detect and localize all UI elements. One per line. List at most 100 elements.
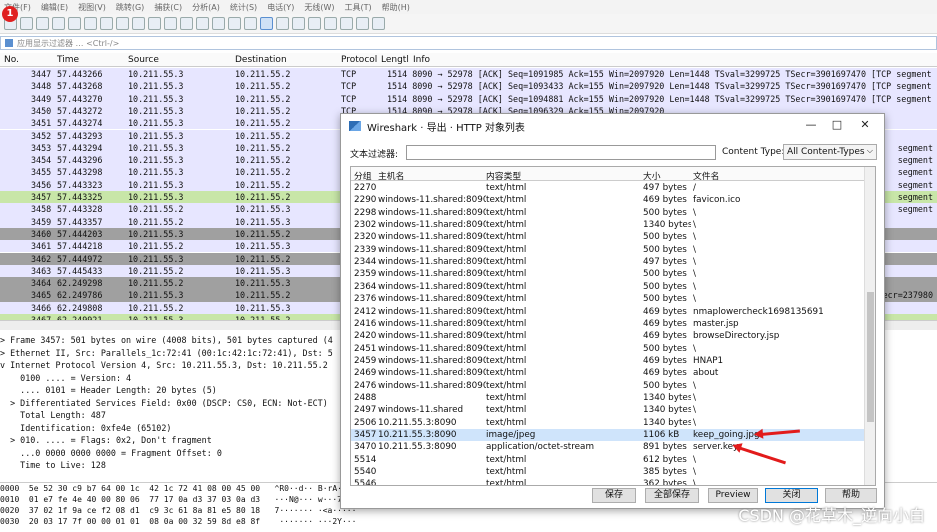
packet-no: 3460 [31, 228, 52, 239]
col-length[interactable]: Lengtl [381, 55, 409, 65]
col-host[interactable]: 主机名 [378, 169, 404, 182]
filter-bookmark-icon[interactable] [5, 39, 13, 47]
objects-table-scrollbar[interactable] [864, 167, 875, 485]
object-row[interactable]: 2339 windows-11.shared:8090 text/html 500 b… [351, 244, 865, 256]
menu-item[interactable]: 编辑(E) [41, 2, 68, 13]
object-row[interactable]: 2506 10.211.55.3:8090 text/html 1340 bytes \ [351, 417, 865, 429]
col-size[interactable]: 大小 [643, 169, 661, 182]
menu-item[interactable]: 视图(V) [78, 2, 106, 13]
toolbar-button-icon[interactable] [356, 17, 369, 30]
toolbar-button-icon[interactable] [68, 17, 81, 30]
object-row[interactable]: 2359 windows-11.shared:8090 text/html 500 b… [351, 268, 865, 280]
text-filter-input[interactable] [406, 145, 716, 160]
menu-item[interactable]: 捕获(C) [154, 2, 182, 13]
close-icon[interactable]: ✕ [855, 118, 875, 131]
object-row[interactable]: 2298 windows-11.shared:8090 text/html 500 b… [351, 207, 865, 219]
toolbar-button-icon[interactable] [180, 17, 193, 30]
object-row[interactable]: 2459 windows-11.shared:8090 text/html 469 b… [351, 355, 865, 367]
preview-button[interactable]: Preview [708, 488, 758, 503]
object-row[interactable]: 5540 text/html 385 bytes \ [351, 466, 865, 478]
col-time[interactable]: Time [57, 55, 79, 65]
object-host: 10.211.55.3:8090 [378, 442, 457, 453]
help-button[interactable]: 帮助 [825, 488, 877, 503]
object-row[interactable]: 2469 windows-11.shared:8090 text/html 469 b… [351, 367, 865, 379]
packet-no: 3458 [31, 204, 52, 215]
col-no[interactable]: No. [4, 55, 19, 65]
packet-dst: 10.211.55.2 [235, 228, 291, 239]
col-group[interactable]: 分组 [354, 169, 372, 182]
col-filename[interactable]: 文件名 [693, 169, 719, 182]
toolbar-button-icon[interactable] [20, 17, 33, 30]
object-row[interactable]: 3470 10.211.55.3:8090 application/octet-st… [351, 441, 865, 453]
menu-item[interactable]: 跳转(G) [116, 2, 144, 13]
packet-row[interactable]: 3448 57.443268 10.211.55.3 10.211.55.2 TCP 15… [0, 80, 937, 93]
toolbar-button-icon[interactable] [292, 17, 305, 30]
object-group: 5540 [354, 467, 377, 478]
toolbar-button-icon[interactable] [308, 17, 321, 30]
toolbar-button-icon[interactable] [276, 17, 289, 30]
toolbar-button-icon[interactable] [100, 17, 113, 30]
packet-no: 3457 [31, 192, 52, 202]
object-group: 2476 [354, 380, 377, 391]
toolbar-button-icon[interactable] [132, 17, 145, 30]
content-type-select[interactable]: All Content-Types [783, 144, 877, 160]
object-row[interactable]: 2344 windows-11.shared:8090 text/html 497 b… [351, 256, 865, 268]
menu-item[interactable]: 无线(W) [304, 2, 334, 13]
object-row[interactable]: 2320 windows-11.shared:8090 text/html 500 b… [351, 231, 865, 243]
toolbar-button-icon[interactable] [260, 17, 273, 30]
col-destination[interactable]: Destination [235, 55, 287, 65]
object-row[interactable]: 2290 windows-11.shared:8090 text/html 469 b… [351, 194, 865, 206]
packet-row[interactable]: 3447 57.443266 10.211.55.3 10.211.55.2 TCP 15… [0, 68, 937, 81]
maximize-icon[interactable]: □ [827, 118, 847, 131]
object-row[interactable]: 5514 text/html 612 bytes \ [351, 454, 865, 466]
toolbar-button-icon[interactable] [52, 17, 65, 30]
toolbar-button-icon[interactable] [84, 17, 97, 30]
save-all-button[interactable]: 全部保存 [645, 488, 699, 503]
toolbar-button-icon[interactable] [148, 17, 161, 30]
col-info[interactable]: Info [413, 55, 430, 65]
close-button[interactable]: 关闭 [765, 488, 818, 503]
object-row[interactable]: 2497 windows-11.shared text/html 1340 bytes… [351, 404, 865, 416]
col-source[interactable]: Source [128, 55, 159, 65]
menu-item[interactable]: 工具(T) [344, 2, 371, 13]
display-filter-input[interactable]: 应用显示过滤器 … <Ctrl-/> [0, 36, 937, 50]
toolbar-button-icon[interactable] [164, 17, 177, 30]
toolbar-button-icon[interactable] [212, 17, 225, 30]
object-row[interactable]: 2302 windows-11.shared:8090 text/html 1340 … [351, 219, 865, 231]
menu-item[interactable]: 帮助(H) [382, 2, 410, 13]
object-row[interactable]: 2488 text/html 1340 bytes \ [351, 392, 865, 404]
packet-dst: 10.211.55.2 [235, 105, 291, 116]
packet-src: 10.211.55.3 [128, 290, 184, 301]
object-row[interactable]: 2364 windows-11.shared:8090 text/html 500 b… [351, 281, 865, 293]
menu-bar: 文件(F) 编辑(E) 视图(V) 跳转(G) 捕获(C) 分析(A) 统计(S) 电话(Y)… [0, 0, 937, 14]
toolbar-button-icon[interactable] [196, 17, 209, 30]
toolbar-button-icon[interactable] [372, 17, 385, 30]
toolbar-button-icon[interactable] [116, 17, 129, 30]
object-row[interactable]: 2451 windows-11.shared:8090 text/html 500 b… [351, 343, 865, 355]
toolbar-button-icon[interactable] [340, 17, 353, 30]
packet-src: 10.211.55.3 [128, 142, 184, 153]
toolbar-button-icon[interactable] [324, 17, 337, 30]
col-protocol[interactable]: Protocol [341, 55, 377, 65]
object-row[interactable]: 2412 windows-11.shared:8090 text/html 469 b… [351, 306, 865, 318]
toolbar-button-icon[interactable] [244, 17, 257, 30]
object-row[interactable]: 2420 windows-11.shared:8090 text/html 469 b… [351, 330, 865, 342]
packet-src: 10.211.55.2 [128, 216, 184, 227]
object-row[interactable]: 2416 windows-11.shared:8090 text/html 469 b… [351, 318, 865, 330]
scrollbar-thumb[interactable] [867, 292, 874, 422]
object-host: windows-11.shared:8090 [378, 269, 486, 280]
menu-item[interactable]: 分析(A) [192, 2, 220, 13]
object-row[interactable]: 2476 windows-11.shared:8090 text/html 500 b… [351, 380, 865, 392]
object-row[interactable]: 2270 text/html 497 bytes / [351, 182, 865, 194]
toolbar-button-icon[interactable] [36, 17, 49, 30]
menu-item[interactable]: 电话(Y) [267, 2, 294, 13]
object-row[interactable]: 5546 text/html 362 bytes \ [351, 478, 865, 485]
save-button[interactable]: 保存 [592, 488, 636, 503]
toolbar-button-icon[interactable] [228, 17, 241, 30]
packet-row[interactable]: 3449 57.443270 10.211.55.3 10.211.55.2 TCP 15… [0, 92, 937, 105]
object-row[interactable]: 2376 windows-11.shared:8090 text/html 500 b… [351, 293, 865, 305]
menu-item[interactable]: 统计(S) [230, 2, 257, 13]
col-content-type[interactable]: 内容类型 [486, 169, 521, 182]
packet-info: 1514 8090 → 52978 [ACK] Seq=1094881 Ack=… [387, 93, 932, 104]
minimize-icon[interactable]: — [801, 118, 821, 131]
